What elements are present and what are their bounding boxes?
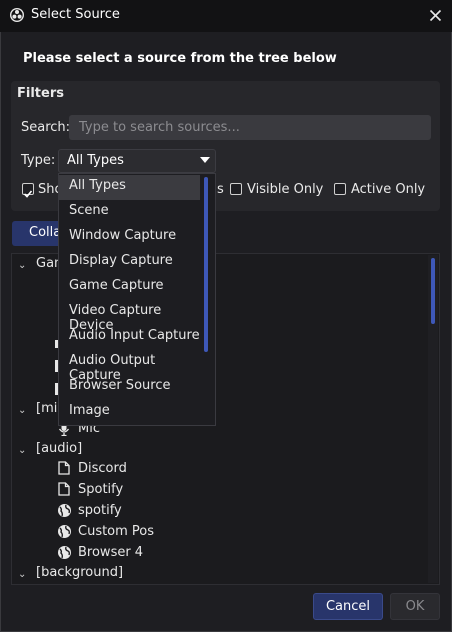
filters-title: Filters (17, 86, 64, 101)
tree-item-discord[interactable]: Discord (78, 461, 127, 476)
cancel-button[interactable]: Cancel (313, 593, 383, 620)
dropdown-option-all-types[interactable]: All Types (59, 175, 200, 200)
file-icon (58, 461, 70, 475)
dropdown-scrollbar-thumb[interactable] (204, 177, 208, 352)
dropdown-option-game-capture[interactable]: Game Capture (59, 275, 200, 300)
dialog-heading: Please select a source from the tree bel… (23, 51, 337, 66)
obs-logo-icon (10, 8, 24, 22)
expand-chevron-icon[interactable]: ⌄ (18, 569, 26, 580)
expand-chevron-icon[interactable]: ⌄ (18, 405, 26, 416)
expand-chevron-icon[interactable]: ⌄ (18, 260, 26, 271)
search-label: Search: (21, 120, 71, 135)
dropdown-option-image[interactable]: Image (59, 400, 200, 425)
tree-item-spotify[interactable]: Spotify (78, 482, 123, 497)
globe-icon (58, 525, 71, 538)
dropdown-option-display-capture[interactable]: Display Capture (59, 250, 200, 275)
dropdown-option-browser-source[interactable]: Browser Source (59, 375, 200, 400)
type-select[interactable]: All Types (58, 149, 216, 173)
search-input[interactable]: Type to search sources... (69, 115, 431, 140)
checkmark-icon (23, 190, 33, 198)
window-title: Select Source (31, 7, 120, 22)
close-icon[interactable] (429, 9, 442, 22)
file-icon (58, 482, 70, 496)
dropdown-option-window-capture[interactable]: Window Capture (59, 225, 200, 250)
ok-button[interactable]: OK (390, 593, 440, 620)
tree-group-audio[interactable]: [audio] (36, 441, 82, 456)
expand-chevron-icon[interactable]: ⌄ (18, 445, 26, 456)
visible-only-checkbox[interactable] (230, 183, 242, 195)
partial-checkbox-label: s (217, 182, 224, 197)
active-only-checkbox[interactable] (334, 183, 346, 195)
dropdown-option-audio-input-capture[interactable]: Audio Input Capture (59, 325, 200, 350)
tree-item-browser-4[interactable]: Browser 4 (78, 545, 143, 560)
globe-icon (58, 504, 71, 517)
dropdown-option-video-capture-device[interactable]: Video Capture Device (59, 300, 200, 333)
tree-group-background[interactable]: [background] (36, 565, 123, 580)
tree-item-custom-pos[interactable]: Custom Pos (78, 524, 154, 539)
chevron-down-icon[interactable] (199, 156, 211, 164)
visible-only-label: Visible Only (247, 182, 324, 197)
active-only-label: Active Only (351, 182, 426, 197)
dropdown-option-audio-output-capture[interactable]: Audio Output Capture (59, 350, 200, 383)
show-checkbox[interactable] (22, 183, 34, 198)
globe-icon (58, 546, 71, 559)
type-select-value: All Types (67, 153, 124, 168)
tree-scrollbar-thumb[interactable] (431, 258, 435, 324)
dropdown-option-scene[interactable]: Scene (59, 200, 200, 225)
type-label: Type: (21, 153, 56, 168)
tree-item-spotify-browser[interactable]: spotify (78, 503, 122, 518)
